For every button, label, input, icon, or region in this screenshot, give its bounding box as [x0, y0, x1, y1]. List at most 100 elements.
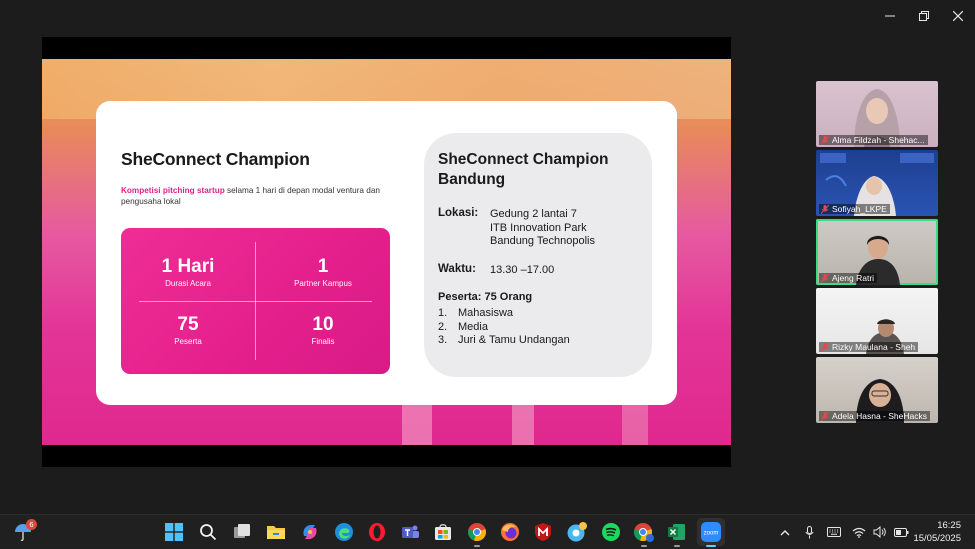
- zoom-app[interactable]: zoom: [697, 518, 725, 547]
- mcafee-shield-icon: [535, 523, 551, 541]
- edge-icon: [335, 523, 353, 541]
- microphone-tray-button[interactable]: [802, 525, 816, 539]
- mcafee-app[interactable]: [532, 521, 554, 543]
- volume-icon: [873, 526, 886, 538]
- chrome-profile-app[interactable]: [566, 521, 588, 543]
- firefox-browser-app[interactable]: [499, 521, 521, 543]
- participant-tile[interactable]: Alma Fildzah - Shehac...: [816, 81, 938, 147]
- start-button[interactable]: [163, 521, 185, 543]
- teams-app[interactable]: [399, 521, 421, 543]
- battery-icon: [894, 527, 909, 537]
- window-controls: [873, 0, 975, 32]
- microphone-icon: [804, 525, 814, 538]
- windows-logo-icon: [165, 523, 183, 541]
- task-view-button[interactable]: [231, 521, 253, 543]
- participants-label: Peserta: 75 Orang: [438, 291, 533, 303]
- firefox-icon: [501, 523, 519, 541]
- minimize-icon: [885, 15, 895, 17]
- chrome-profile-icon: [633, 523, 654, 542]
- location-line: ITB Innovation Park: [490, 221, 587, 234]
- stat-label: Durasi Acara: [165, 279, 211, 288]
- participant-name-label: Adela Hasna - SheHacks: [819, 411, 930, 421]
- store-icon: [435, 524, 451, 540]
- subtitle-highlight: Kompetisi pitching startup: [121, 186, 225, 195]
- spotify-app[interactable]: [600, 521, 622, 543]
- opera-browser-app[interactable]: [366, 521, 388, 543]
- stats-divider: [139, 301, 372, 302]
- zoom-icon: zoom: [701, 522, 721, 542]
- restore-button[interactable]: [907, 0, 941, 32]
- chrome-browser-app[interactable]: [466, 521, 488, 547]
- folder-icon: [267, 526, 285, 539]
- shared-screen[interactable]: SheConnect Champion Kompetisi pitching s…: [42, 37, 731, 467]
- time-label: Waktu:: [438, 263, 476, 275]
- stat-campus-partner: 1 Partner Kampus: [256, 256, 390, 288]
- participant-tile[interactable]: Adela Hasna - SheHacks: [816, 357, 938, 423]
- spotify-icon: [602, 523, 620, 541]
- list-item: 1. Mahasiswa: [438, 307, 514, 319]
- notification-badge: 6: [26, 519, 37, 530]
- time-value: 13.30 –17.00: [490, 264, 555, 276]
- system-tray: [778, 515, 909, 549]
- excel-icon: [668, 524, 685, 540]
- slide-title: SheConnect Champion: [121, 149, 310, 169]
- stat-label: Peserta: [174, 337, 202, 346]
- chrome-profile-icon: [567, 522, 587, 542]
- location-label: Lokasi:: [438, 207, 479, 219]
- participant-name-label: Ajeng Ratri: [819, 273, 878, 283]
- slide-background-decoration: [402, 399, 432, 445]
- zoom-meeting-window: SheConnect Champion Kompetisi pitching s…: [0, 0, 975, 514]
- slide-subtitle: Kompetisi pitching startup selama 1 hari…: [121, 185, 381, 207]
- keyboard-icon: [827, 527, 841, 537]
- muted-mic-icon: [821, 135, 829, 145]
- edge-browser-app[interactable]: [333, 521, 355, 543]
- participant-tile-active-speaker[interactable]: Ajeng Ratri: [816, 219, 938, 285]
- event-info-panel: SheConnect Champion Bandung Lokasi: Gedu…: [424, 133, 652, 377]
- chrome-icon: [467, 523, 487, 542]
- stat-duration: 1 Hari Durasi Acara: [121, 256, 255, 288]
- clock[interactable]: 16:25 15/05/2025: [913, 519, 961, 545]
- stat-value: 1 Hari: [161, 256, 215, 277]
- event-title: SheConnect Champion Bandung: [438, 151, 609, 188]
- list-item: 3. Juri & Tamu Undangan: [438, 334, 570, 346]
- copilot-app[interactable]: [299, 521, 321, 543]
- stat-value: 1: [317, 256, 329, 277]
- excel-app[interactable]: [666, 521, 688, 547]
- clock-date: 15/05/2025: [913, 533, 961, 544]
- stat-participants: 75 Peserta: [121, 314, 255, 346]
- microsoft-store-app[interactable]: [432, 521, 454, 543]
- slide-card: SheConnect Champion Kompetisi pitching s…: [96, 101, 677, 405]
- taskbar: 6 zoom 16:25 15/05/2025: [0, 514, 975, 548]
- stat-value: 75: [177, 314, 199, 335]
- participant-tile[interactable]: Sofiyah_LKPE: [816, 150, 938, 216]
- participant-name-label: Rizky Maulana - Sheh: [819, 342, 919, 352]
- file-explorer-app[interactable]: [265, 521, 287, 543]
- presentation-slide: SheConnect Champion Kompetisi pitching s…: [42, 59, 731, 445]
- search-icon: [200, 524, 217, 541]
- stats-panel: 1 Hari Durasi Acara 1 Partner Kampus 75 …: [121, 228, 390, 374]
- chevron-up-icon: [780, 529, 790, 535]
- copilot-icon: [303, 525, 317, 539]
- task-view-icon: [234, 524, 250, 538]
- participant-name-label: Sofiyah_LKPE: [819, 204, 890, 214]
- network-volume-battery-group[interactable]: [852, 526, 909, 538]
- muted-mic-icon: [821, 273, 829, 283]
- teams-icon: [402, 525, 419, 538]
- show-hidden-icons-button[interactable]: [778, 529, 792, 536]
- muted-mic-icon: [821, 204, 829, 214]
- list-item: 2. Media: [438, 320, 488, 333]
- restore-icon: [919, 11, 929, 21]
- location-value: Gedung 2 lantai 7 ITB Innovation Park Ba…: [490, 208, 595, 249]
- search-button[interactable]: [197, 521, 219, 543]
- slide-background-decoration: [512, 404, 534, 445]
- stat-value: 10: [312, 314, 334, 335]
- keyboard-tray-button[interactable]: [826, 527, 842, 537]
- svg-text:zoom: zoom: [704, 531, 719, 537]
- participant-tile[interactable]: Rizky Maulana - Sheh: [816, 288, 938, 354]
- clock-time: 16:25: [937, 520, 961, 531]
- minimize-button[interactable]: [873, 0, 907, 32]
- muted-mic-icon: [821, 411, 829, 421]
- chrome-second-profile-app[interactable]: [633, 521, 655, 547]
- close-button[interactable]: [941, 0, 975, 32]
- stat-label: Finalis: [311, 337, 335, 346]
